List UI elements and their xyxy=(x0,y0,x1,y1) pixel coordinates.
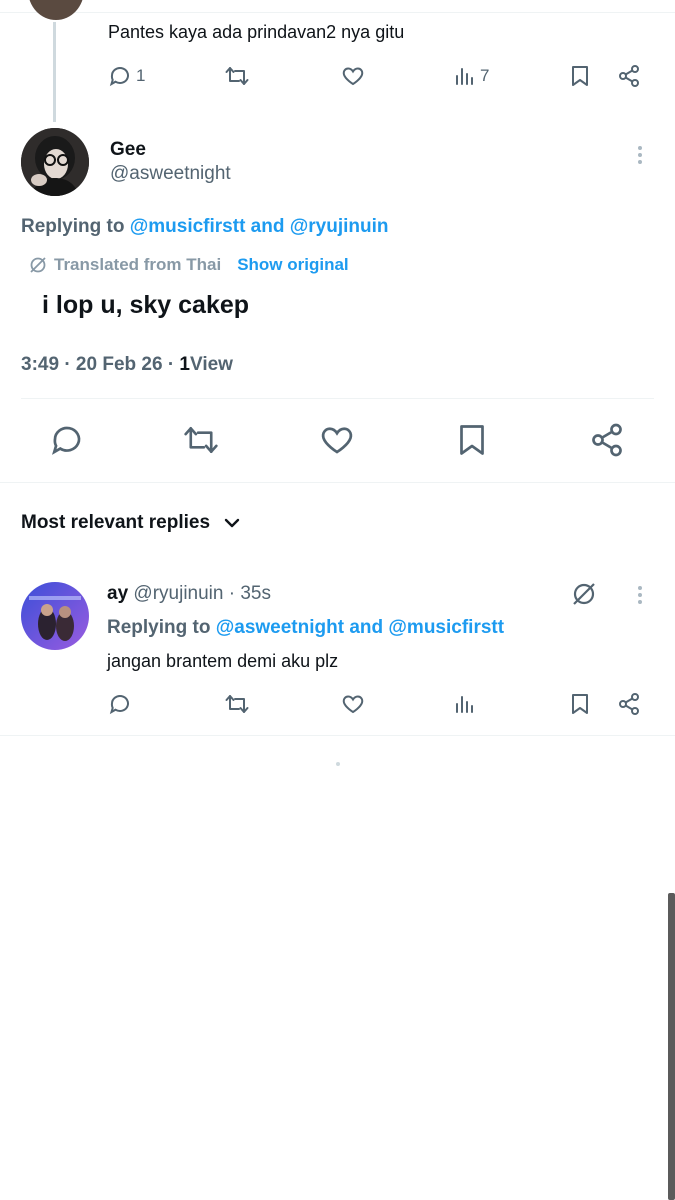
chevron-down-icon xyxy=(222,513,242,533)
timestamp-line: 3:49 · 20 Feb 26 · 1View xyxy=(21,354,233,376)
tweet-date[interactable]: 20 Feb 26 xyxy=(76,354,163,375)
replying-and: and xyxy=(344,617,389,638)
bookmark-icon xyxy=(455,422,489,458)
reply-text: jangan brantem demi aku plz xyxy=(107,651,339,671)
replying-prefix: Replying to xyxy=(107,617,216,638)
replying-and: and xyxy=(245,216,290,237)
main-tweet-text: i lop u, sky cakep xyxy=(42,291,250,319)
prev-retweet-button[interactable] xyxy=(224,64,250,88)
reply-bookmark-button[interactable] xyxy=(569,692,591,716)
reply-author-avatar[interactable] xyxy=(21,582,89,650)
views-label: View xyxy=(190,354,233,375)
reply-reply-button[interactable] xyxy=(108,692,132,716)
prev-views-button[interactable]: 7 xyxy=(454,64,489,88)
reply-display-name[interactable]: ay xyxy=(107,583,128,604)
avatar-image xyxy=(21,582,89,650)
thread-line xyxy=(53,22,56,122)
replying-user-link[interactable]: @musicfirstt xyxy=(388,617,504,638)
main-reply-button[interactable] xyxy=(49,422,85,458)
section-divider xyxy=(0,482,675,483)
reply-translate-button[interactable] xyxy=(570,580,598,608)
more-vertical-icon xyxy=(630,584,650,608)
share-icon xyxy=(617,64,641,88)
main-handle[interactable]: @asweetnight xyxy=(110,163,231,185)
reply-more-button[interactable] xyxy=(630,584,650,608)
more-vertical-icon xyxy=(630,144,650,168)
translated-label: Translated from Thai xyxy=(54,255,222,274)
prev-reply-count: 1 xyxy=(136,66,146,85)
main-share-button[interactable] xyxy=(589,422,625,458)
reply-views-button[interactable] xyxy=(454,692,476,716)
prev-avatar[interactable] xyxy=(28,0,84,20)
prev-share-button[interactable] xyxy=(617,64,641,88)
replying-user-link[interactable]: @musicfirstt xyxy=(130,216,246,237)
reply-replying-line: Replying to @asweetnight and @musicfirst… xyxy=(107,617,504,639)
separator-dot: · xyxy=(167,354,175,375)
loading-indicator xyxy=(336,762,340,766)
main-retweet-button[interactable] xyxy=(182,422,220,458)
share-icon xyxy=(617,692,641,716)
heart-icon xyxy=(341,64,365,88)
reply-icon xyxy=(108,692,132,716)
reply-header: ay @ryujinuin · 35s xyxy=(107,583,271,605)
prev-tweet-text: Pantes kaya ada prindavan2 nya gitu xyxy=(108,22,405,42)
analytics-icon xyxy=(454,692,476,716)
avatar-image xyxy=(21,128,89,196)
translation-line: Translated from Thai Show original xyxy=(28,255,349,275)
reply-divider xyxy=(0,735,675,736)
scrollbar-thumb[interactable] xyxy=(668,893,675,1200)
main-display-name[interactable]: Gee xyxy=(110,139,146,161)
translate-icon xyxy=(570,580,598,608)
replying-user-link[interactable]: @ryujinuin xyxy=(290,216,389,237)
bookmark-icon xyxy=(569,64,591,88)
reply-time[interactable]: · 35s xyxy=(229,583,271,604)
top-divider xyxy=(0,12,675,13)
sort-label: Most relevant replies xyxy=(21,512,211,533)
main-bookmark-button[interactable] xyxy=(455,422,489,458)
analytics-icon xyxy=(454,64,476,88)
separator-dot: · xyxy=(64,354,71,375)
reply-handle[interactable]: @ryujinuin xyxy=(133,583,223,604)
share-icon xyxy=(589,422,625,458)
prev-reply-button[interactable]: 1 xyxy=(108,64,145,88)
prev-view-count: 7 xyxy=(480,66,490,85)
reply-retweet-button[interactable] xyxy=(224,692,250,716)
main-like-button[interactable] xyxy=(319,422,355,458)
reply-icon xyxy=(49,422,85,458)
prev-bookmark-button[interactable] xyxy=(569,64,591,88)
reply-like-button[interactable] xyxy=(341,692,365,716)
replying-prefix: Replying to xyxy=(21,216,130,237)
retweet-icon xyxy=(224,64,250,88)
heart-icon xyxy=(319,422,355,458)
replying-user-link[interactable]: @asweetnight xyxy=(216,617,344,638)
main-inner-divider xyxy=(21,398,654,399)
heart-icon xyxy=(341,692,365,716)
retweet-icon xyxy=(182,422,220,458)
show-original-link[interactable]: Show original xyxy=(237,255,348,275)
main-more-button[interactable] xyxy=(630,144,650,168)
reply-share-button[interactable] xyxy=(617,692,641,716)
sort-dropdown[interactable]: Most relevant replies xyxy=(21,512,242,534)
prev-like-button[interactable] xyxy=(341,64,365,88)
tweet-time[interactable]: 3:49 xyxy=(21,354,59,375)
translate-icon xyxy=(28,255,48,275)
retweet-icon xyxy=(224,692,250,716)
main-author-avatar[interactable] xyxy=(21,128,89,196)
reply-icon xyxy=(108,64,132,88)
bookmark-icon xyxy=(569,692,591,716)
views-count: 1 xyxy=(179,354,190,375)
main-replying-line: Replying to @musicfirstt and @ryujinuin xyxy=(21,216,389,238)
